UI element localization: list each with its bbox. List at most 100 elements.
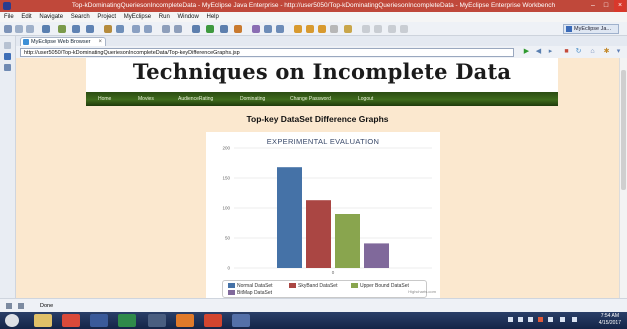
forward-icon[interactable]: ▸	[546, 48, 555, 56]
legend-item-bitmap[interactable]: BitMap DataSet	[228, 290, 272, 297]
media-player-icon[interactable]	[90, 314, 108, 327]
refresh-icon[interactable]	[174, 25, 182, 33]
restore-icon[interactable]	[4, 42, 11, 49]
pin-icon[interactable]	[330, 25, 338, 33]
tab-close-icon[interactable]: ×	[98, 38, 102, 46]
external-tools-icon[interactable]	[220, 25, 228, 33]
outline-icon[interactable]	[4, 64, 11, 71]
previous-annotation-icon[interactable]	[374, 25, 382, 33]
status-text: Done	[40, 303, 54, 309]
legend-label: SkyBand DataSet	[298, 283, 338, 289]
deploy-icon[interactable]	[58, 25, 66, 33]
scrollbar-thumb[interactable]	[621, 70, 626, 190]
legend-item-upper-bound[interactable]: Upper Bound DataSet	[351, 283, 409, 290]
tray-flag-icon[interactable]	[508, 317, 513, 322]
open-type-icon[interactable]	[144, 25, 152, 33]
settings-icon[interactable]: ✱	[602, 48, 611, 56]
windows-taskbar: 7:54 AM 4/15/2017	[0, 312, 627, 329]
server-icon[interactable]	[42, 25, 50, 33]
go-icon[interactable]: ▶	[522, 48, 531, 56]
tray-network-icon[interactable]	[518, 317, 523, 322]
next-annotation-icon[interactable]	[362, 25, 370, 33]
nav-logout[interactable]: Logout	[358, 92, 373, 106]
firefox-icon[interactable]	[176, 314, 194, 327]
new-package-icon[interactable]	[252, 25, 260, 33]
windows-start-icon[interactable]	[5, 314, 19, 327]
back-icon[interactable]	[388, 25, 396, 33]
chart-legend: Normal DataSet SkyBand DataSet Upper Bou…	[222, 280, 427, 298]
legend-swatch	[228, 283, 235, 288]
back-icon[interactable]: ◀	[534, 48, 543, 56]
menu-search[interactable]: Search	[71, 14, 90, 20]
search-icon[interactable]	[132, 25, 140, 33]
menu-myeclipse[interactable]: MyEclipse	[124, 14, 151, 20]
new-enum-icon[interactable]	[276, 25, 284, 33]
new-interface-icon[interactable]	[264, 25, 272, 33]
tray-power-icon[interactable]	[560, 317, 565, 322]
bar-bitmap-dataset	[364, 243, 389, 268]
annotation-icon[interactable]	[318, 25, 326, 33]
save-icon[interactable]	[15, 25, 23, 33]
tray-security-icon[interactable]	[538, 317, 543, 322]
nav-dominating[interactable]: Dominating	[240, 92, 265, 106]
menu-window[interactable]: Window	[177, 14, 198, 20]
browser-icon[interactable]	[86, 25, 94, 33]
home-icon[interactable]: ⌂	[588, 48, 597, 56]
tab-web-browser[interactable]: MyEclipse Web Browser ×	[20, 37, 106, 46]
y-tick-label: 50	[225, 236, 231, 241]
menu-help[interactable]: Help	[206, 14, 218, 20]
nav-audience-rating[interactable]: AudienceRating	[178, 92, 213, 106]
system-clock[interactable]: 7:54 AM 4/15/2017	[599, 313, 621, 327]
web-icon[interactable]	[72, 25, 80, 33]
y-tick-label: 0	[227, 266, 230, 271]
minimize-icon[interactable]: –	[587, 0, 599, 12]
site-title: Techniques on Incomplete Data	[132, 59, 512, 84]
powerpoint-icon[interactable]	[204, 314, 222, 327]
excel-icon[interactable]	[118, 314, 136, 327]
refresh-icon[interactable]: ↻	[574, 48, 583, 56]
close-icon[interactable]: ×	[614, 0, 626, 12]
edit-icon[interactable]	[344, 25, 352, 33]
legend-swatch	[228, 290, 235, 295]
legend-item-normal[interactable]: Normal DataSet	[228, 283, 273, 290]
menu-project[interactable]: Project	[97, 14, 116, 20]
run-icon[interactable]	[206, 25, 214, 33]
fast-view-icon[interactable]	[6, 303, 12, 309]
nav-change-password[interactable]: Change Password	[290, 92, 331, 106]
bar-upper-bound-dataset	[335, 214, 360, 268]
chart-credit[interactable]: Highcharts.com	[408, 289, 436, 294]
menu-file[interactable]: File	[4, 14, 14, 20]
package-icon[interactable]	[104, 25, 112, 33]
url-input[interactable]	[20, 48, 514, 57]
forward-icon[interactable]	[400, 25, 408, 33]
db-icon[interactable]	[162, 25, 170, 33]
menu-navigate[interactable]: Navigate	[39, 14, 63, 20]
nav-movies[interactable]: Movies	[138, 92, 154, 106]
print-icon[interactable]	[26, 25, 34, 33]
perspective-switcher[interactable]: MyEclipse Ja...	[563, 24, 619, 34]
tray-volume-icon[interactable]	[528, 317, 533, 322]
new-file-icon[interactable]	[4, 25, 12, 33]
new-class-icon[interactable]	[234, 25, 242, 33]
taskbar-app-icon[interactable]	[148, 314, 166, 327]
open-task-icon[interactable]	[294, 25, 302, 33]
package-explorer-icon[interactable]	[4, 53, 11, 60]
myeclipse-taskbar-icon[interactable]	[232, 314, 250, 327]
chrome-icon[interactable]	[62, 314, 80, 327]
vertical-scrollbar[interactable]	[619, 58, 627, 298]
wizard-icon[interactable]	[116, 25, 124, 33]
stop-icon[interactable]: ■	[562, 48, 571, 56]
page-heading: Top-key DataSet Difference Graphs	[246, 114, 389, 124]
open-resource-icon[interactable]	[306, 25, 314, 33]
maximize-icon[interactable]: □	[600, 0, 612, 12]
nav-home[interactable]: Home	[98, 92, 111, 106]
debug-icon[interactable]	[192, 25, 200, 33]
menu-edit[interactable]: Edit	[21, 14, 31, 20]
view-menu-icon[interactable]: ▾	[614, 48, 623, 56]
file-explorer-icon[interactable]	[34, 314, 52, 327]
tray-keyboard-icon[interactable]	[548, 317, 553, 322]
legend-item-skyband[interactable]: SkyBand DataSet	[289, 283, 337, 290]
perspective-label: MyEclipse Ja...	[574, 26, 611, 32]
tray-speaker-icon[interactable]	[572, 317, 577, 322]
menu-run[interactable]: Run	[159, 14, 170, 20]
